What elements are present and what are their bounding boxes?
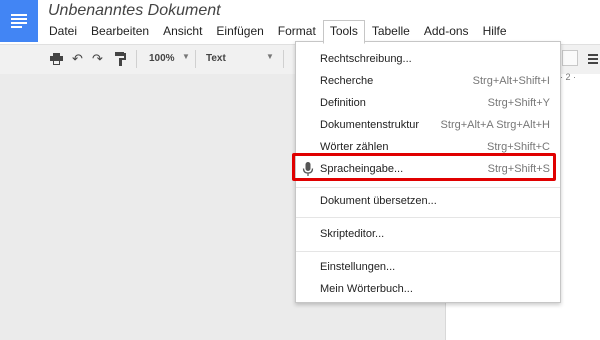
toolbar-divider: [195, 50, 196, 68]
menu-item-recherche[interactable]: Recherche Strg+Alt+Shift+I: [296, 70, 560, 92]
menu-item-skripteditor[interactable]: Skripteditor...: [296, 223, 560, 245]
toolbar-divider: [283, 50, 284, 68]
menu-item-shortcut: Strg+Alt+A Strg+Alt+H: [440, 119, 550, 131]
menu-item-label: Rechtschreibung...: [320, 53, 412, 65]
menu-ansicht[interactable]: Ansicht: [156, 20, 209, 44]
highlight-box: [292, 153, 556, 181]
style-select[interactable]: Text: [206, 51, 226, 67]
document-title[interactable]: Unbenanntes Dokument: [48, 2, 221, 20]
zoom-select[interactable]: 100%: [149, 51, 175, 67]
ruler: · 2 ·: [560, 72, 577, 82]
menu-item-rechtschreibung[interactable]: Rechtschreibung...: [296, 48, 560, 70]
top-bar: Unbenanntes Dokument Datei Bearbeiten Ansi…: [0, 0, 600, 44]
menu-item-mein-woerterbuch[interactable]: Mein Wörterbuch...: [296, 278, 560, 300]
toolbar-divider: [136, 50, 137, 68]
chevron-down-icon: ▼: [266, 52, 274, 61]
menu-item-label: Einstellungen...: [320, 261, 396, 273]
menu-tools[interactable]: Tools: [322, 20, 365, 44]
menu-separator: [296, 217, 560, 218]
menu-item-einstellungen[interactable]: Einstellungen...: [296, 256, 560, 278]
menu-item-definition[interactable]: Definition Strg+Shift+Y: [296, 92, 560, 114]
redo-icon[interactable]: ↷: [92, 51, 103, 67]
menu-item-label: Definition: [320, 97, 366, 109]
print-icon[interactable]: [50, 53, 63, 65]
menu-bearbeiten[interactable]: Bearbeiten: [84, 20, 156, 44]
menu-einfuegen[interactable]: Einfügen: [209, 20, 270, 44]
undo-icon[interactable]: ↶: [72, 51, 83, 67]
menu-item-shortcut: Strg+Shift+Y: [487, 97, 550, 109]
align-icon[interactable]: [588, 54, 598, 64]
menu-item-dokument-uebersetzen[interactable]: Dokument übersetzen...: [296, 190, 560, 212]
menu-item-label: Mein Wörterbuch...: [320, 283, 413, 295]
docs-home-icon[interactable]: [0, 0, 38, 42]
menu-item-label: Recherche: [320, 75, 374, 87]
menu-item-label: Skripteditor...: [320, 228, 385, 240]
menu-datei[interactable]: Datei: [42, 20, 84, 44]
menu-bar: Datei Bearbeiten Ansicht Einfügen Format Tool…: [42, 20, 514, 44]
paint-format-icon[interactable]: [115, 52, 126, 66]
menu-item-label: Dokument übersetzen...: [320, 195, 437, 207]
menu-item-shortcut: Strg+Alt+Shift+I: [472, 75, 550, 87]
chevron-down-icon: ▼: [182, 52, 190, 61]
menu-item-dokumentenstruktur[interactable]: Dokumentenstruktur Strg+Alt+A Strg+Alt+H: [296, 114, 560, 136]
menu-separator: [296, 187, 560, 188]
menu-item-label: Dokumentenstruktur: [320, 119, 420, 131]
comment-button[interactable]: [562, 50, 578, 66]
menu-separator: [296, 251, 560, 252]
ruler-mark: 2: [565, 72, 571, 82]
